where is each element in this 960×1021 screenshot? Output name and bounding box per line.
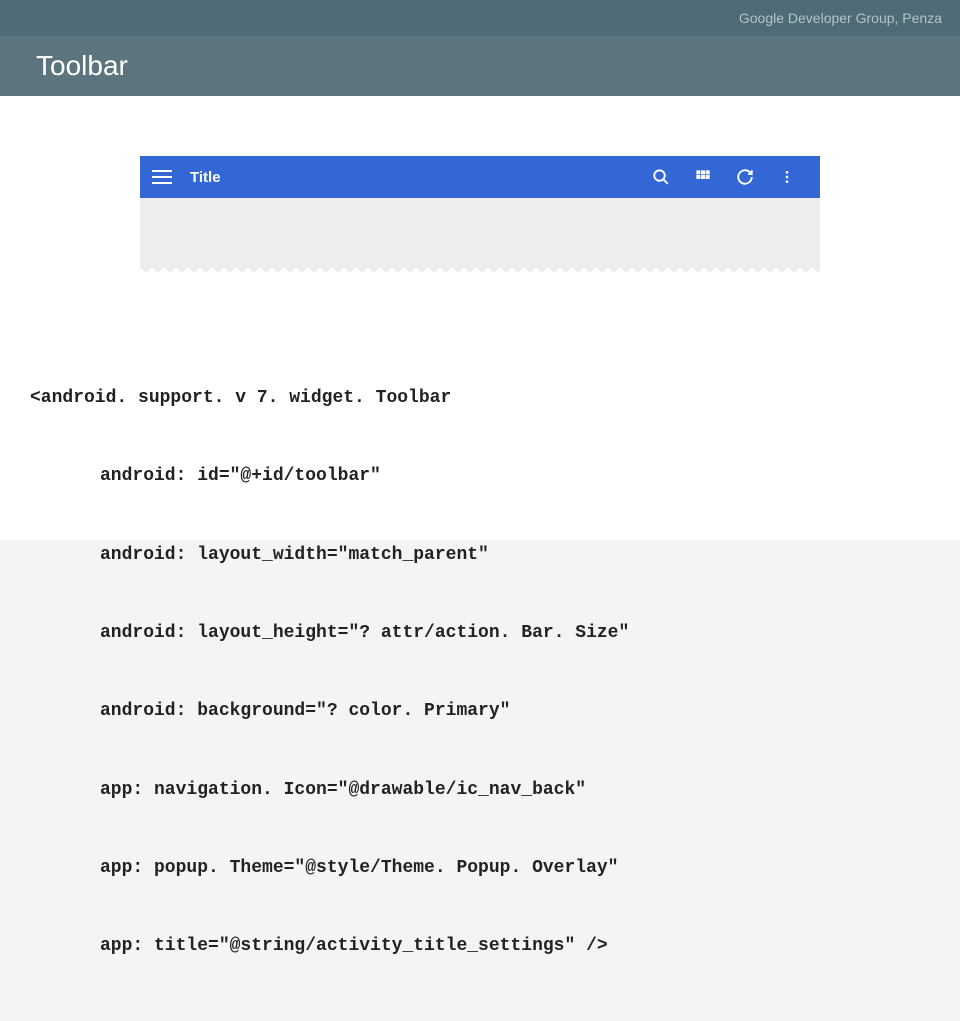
code-line-4: android: background="? color. Primary" — [30, 698, 930, 724]
content-area: Title — [0, 96, 960, 540]
page-title-bar: Toolbar — [0, 36, 960, 96]
hamburger-icon — [152, 170, 172, 184]
code-block: <android. support. v 7. widget. Toolbar … — [0, 305, 960, 1021]
brand-text: Google Developer Group, Penza — [739, 10, 942, 26]
code-line-0: <android. support. v 7. widget. Toolbar — [30, 385, 930, 411]
code-line-7: app: title="@string/activity_title_setti… — [30, 933, 930, 959]
toolbar-demo-body — [140, 198, 820, 268]
code-line-3: android: layout_height="? attr/action. B… — [30, 620, 930, 646]
refresh-icon — [734, 166, 756, 188]
top-bar: Google Developer Group, Penza — [0, 0, 960, 36]
overflow-menu-icon — [776, 166, 798, 188]
apps-grid-icon — [692, 166, 714, 188]
code-line-5: app: navigation. Icon="@drawable/ic_nav_… — [30, 777, 930, 803]
code-line-1: android: id="@+id/toolbar" — [30, 463, 930, 489]
code-line-6: app: popup. Theme="@style/Theme. Popup. … — [30, 855, 930, 881]
toolbar-title: Title — [190, 169, 640, 186]
page-title: Toolbar — [36, 50, 128, 82]
zigzag-edge — [140, 267, 820, 275]
android-toolbar-demo: Title — [140, 156, 820, 198]
code-line-2: android: layout_width="match_parent" — [30, 542, 930, 568]
toolbar-demo-wrapper: Title — [0, 96, 960, 305]
search-icon — [650, 166, 672, 188]
